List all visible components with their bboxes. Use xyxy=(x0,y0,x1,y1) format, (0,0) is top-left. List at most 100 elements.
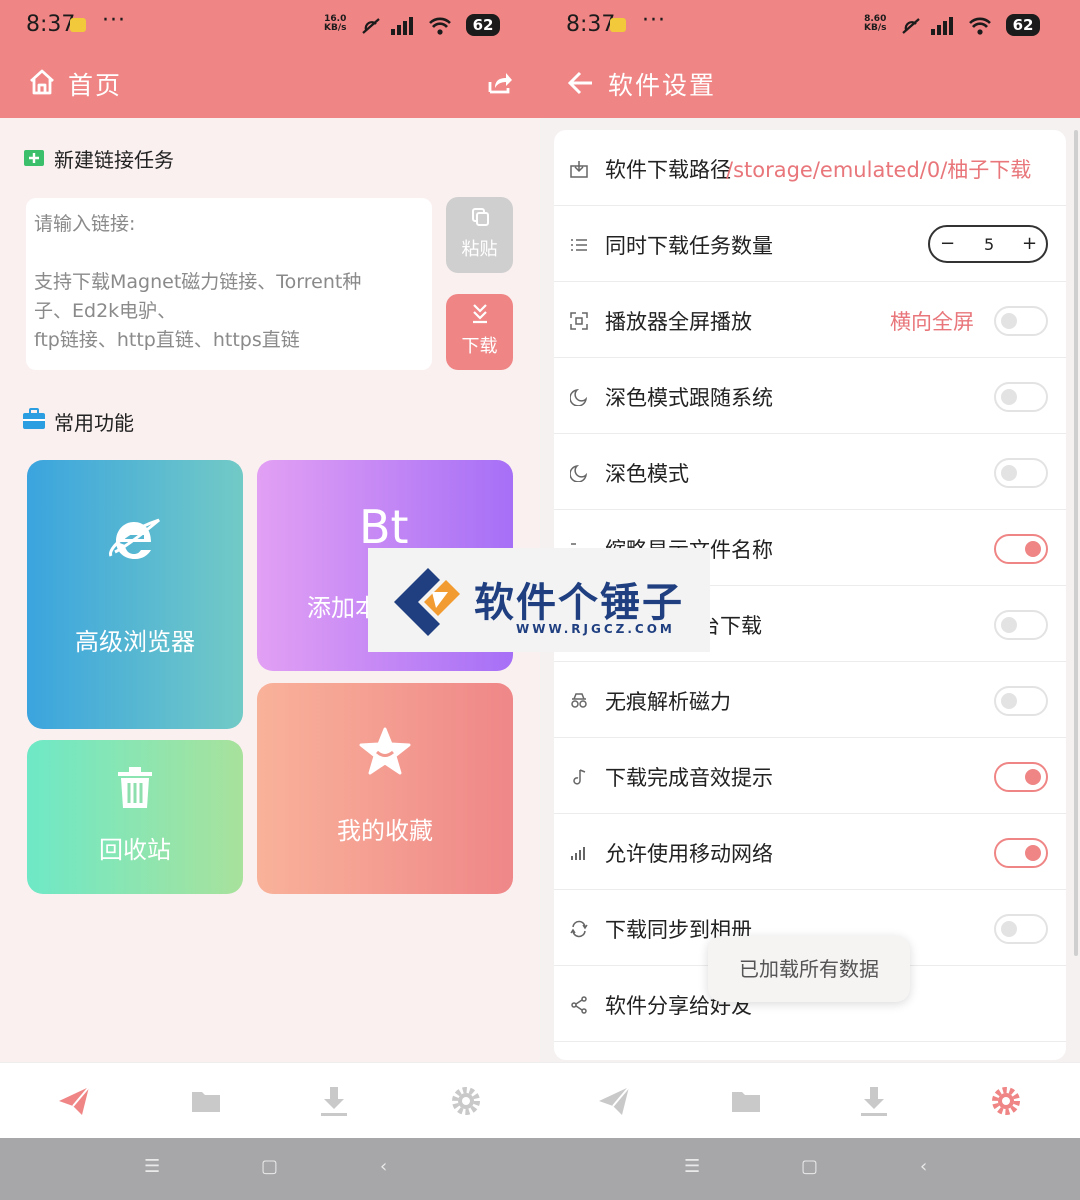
setting-complete-sound[interactable]: 下载完成音效提示 xyxy=(554,738,1066,814)
dark-mode-toggle[interactable] xyxy=(994,458,1048,488)
page-title: 首页 xyxy=(68,71,123,100)
share-icon xyxy=(571,996,587,1014)
complete-sound-toggle[interactable] xyxy=(994,762,1048,792)
signal-wifi-icon xyxy=(362,17,451,35)
home-icon xyxy=(30,69,54,95)
setting-concurrent-tasks: 同时下载任务数量 − 5 + xyxy=(554,206,1066,282)
link-input[interactable]: 请输入链接: 支持下载Magnet磁力链接、Torrent种 子、Ed2k电驴、… xyxy=(26,198,432,370)
star-icon xyxy=(359,727,411,775)
setting-fullscreen[interactable]: 播放器全屏播放 横向全屏 xyxy=(554,282,1066,358)
setting-label: 下载完成音效提示 xyxy=(605,766,773,790)
setting-label: 同时下载任务数量 xyxy=(605,234,773,258)
back-arrow-icon[interactable] xyxy=(568,70,594,96)
back-button[interactable]: ‹ xyxy=(920,1156,927,1177)
fullscreen-mode-value[interactable]: 横向全屏 xyxy=(890,306,974,336)
status-time: 8:37 xyxy=(26,12,76,37)
functions-title: 常用功能 xyxy=(54,411,134,435)
moon-icon xyxy=(570,464,588,482)
browser-icon xyxy=(109,518,160,559)
favorites-label: 我的收藏 xyxy=(337,817,433,845)
sync-album-toggle[interactable] xyxy=(994,914,1048,944)
task-count-stepper: − 5 + xyxy=(928,225,1048,263)
increment-button[interactable]: + xyxy=(1022,233,1037,254)
notification-icon xyxy=(610,18,626,32)
page-title: 软件设置 xyxy=(608,71,717,100)
nav-download-icon[interactable] xyxy=(316,1083,352,1119)
nav-send-icon[interactable] xyxy=(56,1083,92,1119)
download-button[interactable]: 下载 xyxy=(446,294,513,370)
setting-download-path[interactable]: 软件下载路径 /storage/emulated/0/柚子下载 xyxy=(554,130,1066,206)
more-notifications-icon: ··· xyxy=(642,8,666,33)
browser-card[interactable]: 高级浏览器 xyxy=(27,460,243,729)
menu-button[interactable]: ☰ xyxy=(144,1156,160,1177)
setting-label: 无痕解析磁力 xyxy=(605,690,731,714)
bottom-nav xyxy=(540,1062,1080,1138)
setting-incognito-magnet[interactable]: 无痕解析磁力 xyxy=(554,662,1066,738)
home-button[interactable]: ▢ xyxy=(261,1156,278,1177)
toast-message: 已加载所有数据 xyxy=(708,936,910,1002)
signal-wifi-icon xyxy=(902,17,991,35)
paste-button[interactable]: 粘贴 xyxy=(446,197,513,273)
nav-folder-icon[interactable] xyxy=(188,1083,224,1119)
recycle-label: 回收站 xyxy=(99,836,171,864)
bottom-nav xyxy=(0,1062,540,1138)
app-bar: 软件设置 xyxy=(540,52,1080,118)
bt-icon: Bt xyxy=(359,500,409,554)
recycle-card[interactable]: 回收站 xyxy=(27,740,243,894)
trash-icon xyxy=(118,767,152,808)
favorites-card[interactable]: 我的收藏 xyxy=(257,683,513,894)
more-notifications-icon: ··· xyxy=(102,8,126,33)
background-download-toggle[interactable] xyxy=(994,610,1048,640)
back-button[interactable]: ‹ xyxy=(380,1156,387,1177)
notification-icon xyxy=(70,18,86,32)
home-button[interactable]: ▢ xyxy=(801,1156,818,1177)
incognito-toggle[interactable] xyxy=(994,686,1048,716)
browser-label: 高级浏览器 xyxy=(75,628,195,656)
new-task-title: 新建链接任务 xyxy=(54,148,174,172)
dark-follow-toggle[interactable] xyxy=(994,382,1048,412)
speed-unit: KB/s xyxy=(864,23,887,33)
system-nav-bar: ☰ ▢ ‹ xyxy=(540,1138,1080,1200)
battery-icon: 62 xyxy=(466,14,500,36)
battery-icon: 62 xyxy=(1006,14,1040,36)
add-task-icon xyxy=(24,150,44,166)
menu-button[interactable]: ☰ xyxy=(684,1156,700,1177)
app-bar: 首页 xyxy=(0,52,540,118)
download-path-value: /storage/emulated/0/柚子下载 xyxy=(726,158,1032,182)
mobile-network-toggle[interactable] xyxy=(994,838,1048,868)
signal-icon xyxy=(571,847,585,860)
setting-dark-follow-system[interactable]: 深色模式跟随系统 xyxy=(554,358,1066,434)
thumbnail-names-toggle[interactable] xyxy=(994,534,1048,564)
setting-label: 软件下载路径 xyxy=(605,158,731,182)
watermark-logo-icon xyxy=(394,568,460,636)
nav-download-icon[interactable] xyxy=(856,1083,892,1119)
paste-icon xyxy=(472,208,489,226)
sync-icon xyxy=(570,920,588,938)
incognito-icon xyxy=(571,693,587,708)
network-speed: 8.60 KB/s xyxy=(864,15,886,33)
watermark-text: 软件个锤子 xyxy=(474,580,684,626)
setting-mobile-network[interactable]: 允许使用移动网络 xyxy=(554,814,1066,890)
link-placeholder: 请输入链接: 支持下载Magnet磁力链接、Torrent种 子、Ed2k电驴、… xyxy=(34,213,362,351)
status-time: 8:37 xyxy=(566,12,616,37)
nav-send-icon[interactable] xyxy=(596,1083,632,1119)
list-icon xyxy=(571,239,587,251)
network-speed: 16.0 KB/s xyxy=(324,15,346,33)
speed-unit: KB/s xyxy=(324,23,347,33)
setting-label: 深色模式跟随系统 xyxy=(605,386,773,410)
watermark: 软件个锤子 WWW.RJGCZ.COM xyxy=(368,548,710,652)
nav-settings-icon[interactable] xyxy=(448,1083,484,1119)
decrement-button[interactable]: − xyxy=(940,233,955,254)
folder-download-icon xyxy=(570,161,588,178)
status-bar: 8:37 ··· 16.0 KB/s 62 xyxy=(0,0,540,52)
share-icon[interactable] xyxy=(486,68,514,96)
nav-folder-icon[interactable] xyxy=(728,1083,764,1119)
fullscreen-toggle[interactable] xyxy=(994,306,1048,336)
setting-label: 允许使用移动网络 xyxy=(605,842,773,866)
toolbox-icon xyxy=(23,408,45,429)
nav-settings-icon[interactable] xyxy=(988,1083,1024,1119)
sound-icon xyxy=(573,769,586,785)
setting-dark-mode[interactable]: 深色模式 xyxy=(554,434,1066,510)
scrollbar[interactable] xyxy=(1074,130,1078,956)
status-bar: 8:37 ··· 8.60 KB/s 62 xyxy=(540,0,1080,52)
